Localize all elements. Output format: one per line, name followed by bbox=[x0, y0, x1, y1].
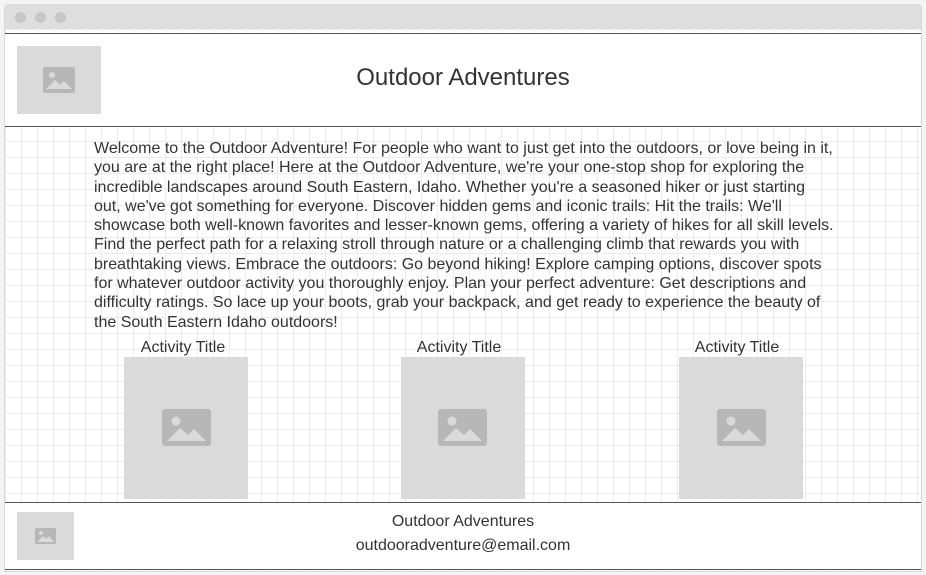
footer-site-name: Outdoor Adventures bbox=[391, 513, 535, 530]
activity-image-placeholder bbox=[679, 357, 803, 499]
window-control-dot-3[interactable] bbox=[55, 12, 66, 23]
page-title: Outdoor Adventures bbox=[356, 64, 570, 91]
image-placeholder-icon bbox=[162, 409, 211, 446]
image-placeholder-icon bbox=[717, 409, 766, 446]
site-footer: Outdoor Adventures outdooradventure@emai… bbox=[5, 502, 921, 570]
activity-title: Activity Title bbox=[694, 339, 780, 356]
activity-title: Activity Title bbox=[416, 339, 502, 356]
footer-email-link[interactable]: outdooradventure@email.com bbox=[5, 537, 921, 555]
window-control-dot-1[interactable] bbox=[15, 12, 26, 23]
window-control-dot-2[interactable] bbox=[35, 12, 46, 23]
window-titlebar bbox=[5, 5, 921, 29]
activity-image-placeholder bbox=[401, 357, 525, 499]
page-canvas: Outdoor Adventures Welcome to the Outdoo… bbox=[5, 29, 921, 571]
site-header: Outdoor Adventures bbox=[5, 33, 921, 127]
activity-image-placeholder bbox=[124, 357, 248, 499]
intro-paragraph: Welcome to the Outdoor Adventure! For pe… bbox=[94, 140, 834, 331]
image-placeholder-icon bbox=[438, 409, 487, 446]
browser-window: Outdoor Adventures Welcome to the Outdoo… bbox=[4, 4, 922, 572]
activity-title: Activity Title bbox=[140, 339, 226, 356]
